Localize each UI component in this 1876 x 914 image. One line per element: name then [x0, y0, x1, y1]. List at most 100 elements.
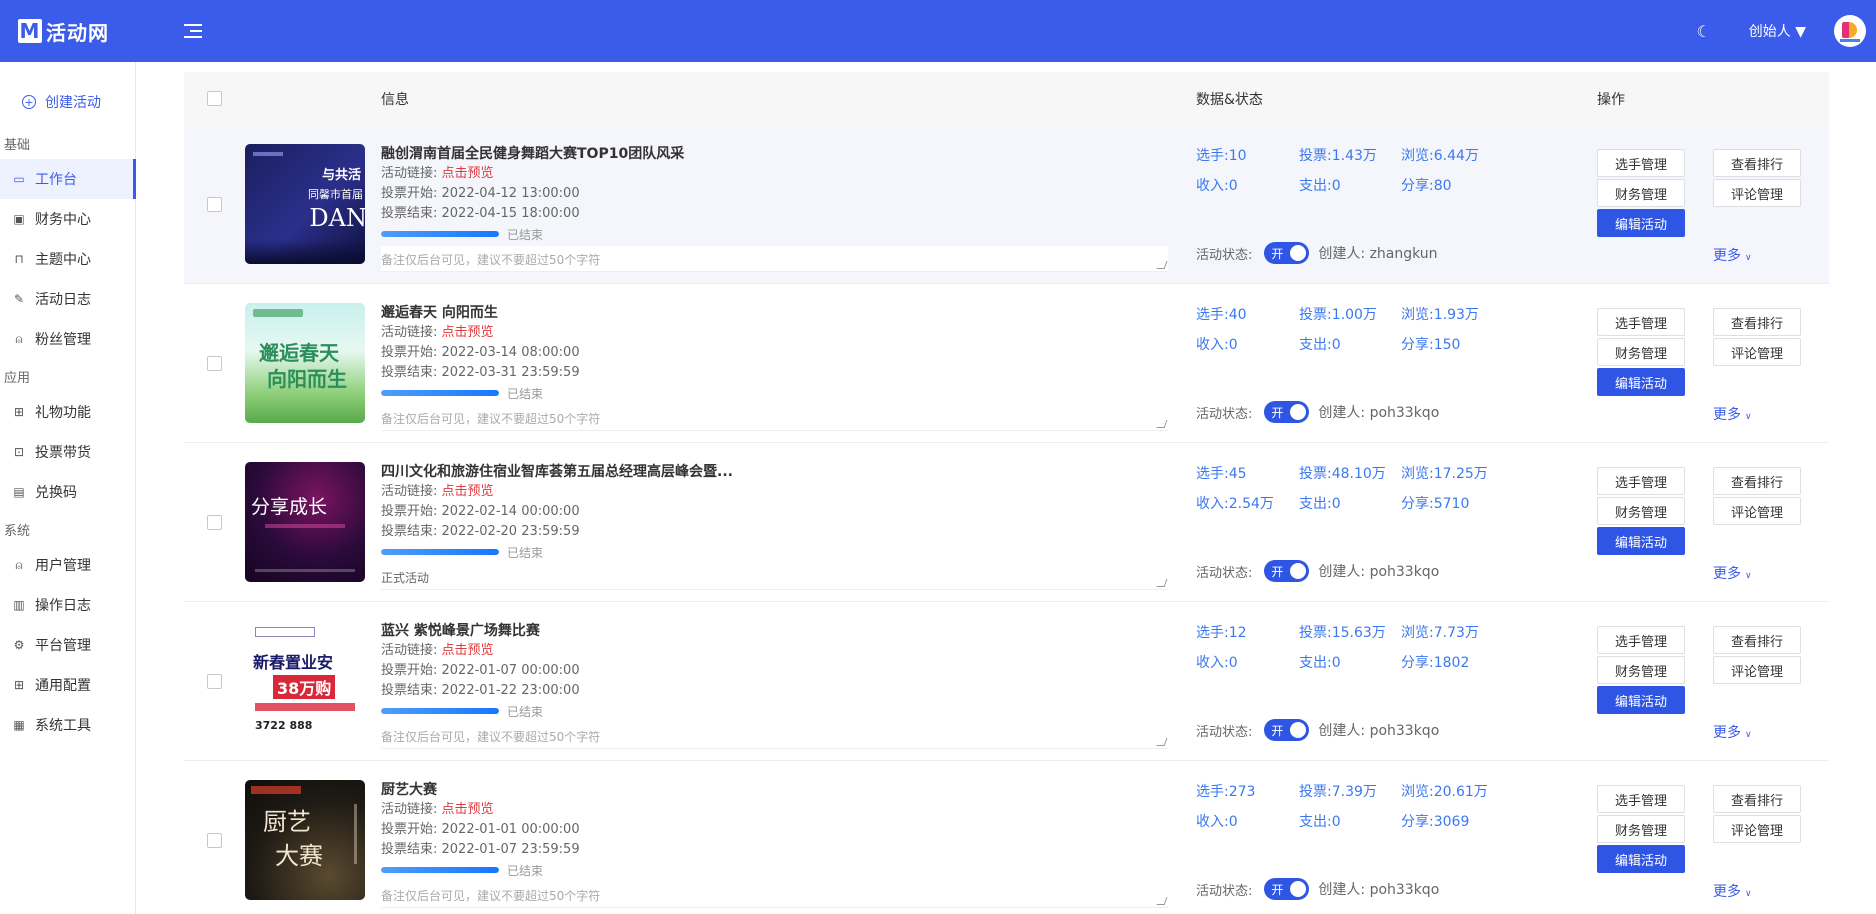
finance-management-button[interactable]: 财务管理: [1597, 815, 1685, 843]
view-ranking-button[interactable]: 查看排行: [1713, 149, 1801, 177]
activity-title[interactable]: 四川文化和旅游住宿业智库荟第五届总经理高层峰会暨...: [381, 462, 1168, 482]
comment-management-button[interactable]: 评论管理: [1713, 815, 1801, 843]
sidebar-item[interactable]: ⊡ 投票带货: [0, 432, 135, 472]
activity-title[interactable]: 融创渭南首届全民健身舞蹈大赛TOP10团队风采: [381, 144, 1168, 164]
activity-title[interactable]: 邂逅春天 向阳而生: [381, 303, 1168, 323]
menu-toggle-icon[interactable]: [184, 20, 206, 42]
dark-mode-moon-icon[interactable]: ☾: [1696, 22, 1710, 41]
thumb-text: DAN: [309, 204, 365, 232]
preview-link[interactable]: 点击预览: [442, 802, 494, 817]
sidebar-item[interactable]: ⚙ 平台管理: [0, 625, 135, 665]
activity-thumbnail[interactable]: 厨艺 大赛: [245, 780, 365, 900]
row-checkbox[interactable]: [207, 515, 222, 530]
avatar[interactable]: [1834, 15, 1866, 47]
sidebar-item[interactable]: ⍝ 粉丝管理: [0, 319, 135, 359]
activity-status-toggle[interactable]: 开: [1264, 242, 1310, 264]
player-management-button[interactable]: 选手管理: [1597, 626, 1685, 654]
player-management-button[interactable]: 选手管理: [1597, 149, 1685, 177]
sidebar-item[interactable]: ▦ 系统工具: [0, 705, 135, 745]
sidebar-item[interactable]: ⊞ 通用配置: [0, 665, 135, 705]
activity-thumbnail[interactable]: 邂逅春天 向阳而生: [245, 303, 365, 423]
thumb-text: 向阳而生: [267, 367, 347, 391]
sidebar-item[interactable]: ⍝ 用户管理: [0, 545, 135, 585]
activity-title[interactable]: 厨艺大赛: [381, 780, 1168, 800]
more-dropdown[interactable]: 更多 ∨: [1713, 563, 1752, 583]
more-dropdown[interactable]: 更多 ∨: [1713, 404, 1752, 424]
vote-start-value: 2022-01-07 00:00:00: [441, 663, 580, 678]
resize-grip-icon[interactable]: [1156, 738, 1168, 746]
stat-income: 收入:0: [1196, 178, 1238, 194]
sidebar-item[interactable]: ✎ 活动日志: [0, 279, 135, 319]
edit-activity-button[interactable]: 编辑活动: [1597, 368, 1685, 396]
sidebar-item[interactable]: ▤ 兑换码: [0, 472, 135, 512]
activity-info: 融创渭南首届全民健身舞蹈大赛TOP10团队风采 活动链接: 点击预览 投票开始:…: [381, 144, 1168, 272]
row-checkbox[interactable]: [207, 197, 222, 212]
remark-textarea[interactable]: 备注仅后台可见，建议不要超过50个字符: [381, 405, 1168, 431]
row-checkbox[interactable]: [207, 356, 222, 371]
edit-activity-button[interactable]: 编辑活动: [1597, 686, 1685, 714]
stat-votes: 投票:1.43万: [1299, 148, 1377, 164]
row-checkbox[interactable]: [207, 833, 222, 848]
sidebar-item[interactable]: ⊞ 礼物功能: [0, 392, 135, 432]
edit-activity-button[interactable]: 编辑活动: [1597, 527, 1685, 555]
create-activity-button[interactable]: + 创建活动: [22, 92, 135, 112]
resize-grip-icon[interactable]: [1156, 261, 1168, 269]
more-dropdown[interactable]: 更多 ∨: [1713, 245, 1752, 265]
activity-status-toggle[interactable]: 开: [1264, 560, 1310, 582]
preview-link[interactable]: 点击预览: [442, 484, 494, 499]
comment-management-button[interactable]: 评论管理: [1713, 179, 1801, 207]
row-operations: 选手管理 查看排行 财务管理 评论管理 编辑活动 更多 ∨: [1597, 467, 1837, 587]
activity-thumbnail[interactable]: 与共活 同馨市首届 DAN: [245, 144, 365, 264]
user-role-dropdown[interactable]: 创始人 ▼: [1749, 21, 1806, 41]
preview-link[interactable]: 点击预览: [442, 166, 494, 181]
player-management-button[interactable]: 选手管理: [1597, 785, 1685, 813]
sidebar-item[interactable]: ⊓ 主题中心: [0, 239, 135, 279]
sidebar-item-label: 通用配置: [35, 678, 91, 694]
player-management-button[interactable]: 选手管理: [1597, 308, 1685, 336]
view-ranking-button[interactable]: 查看排行: [1713, 626, 1801, 654]
activity-thumbnail[interactable]: 新春置业安 38万购 3722 888: [245, 621, 365, 741]
stat-income: 收入:0: [1196, 814, 1238, 830]
player-management-button[interactable]: 选手管理: [1597, 467, 1685, 495]
activity-thumbnail[interactable]: 分享成长: [245, 462, 365, 582]
resize-grip-icon[interactable]: [1156, 420, 1168, 428]
remark-textarea[interactable]: 正式活动: [381, 564, 1168, 590]
activity-status-toggle[interactable]: 开: [1264, 719, 1310, 741]
more-dropdown[interactable]: 更多 ∨: [1713, 881, 1752, 901]
preview-link[interactable]: 点击预览: [442, 325, 494, 340]
remark-textarea[interactable]: 备注仅后台可见，建议不要超过50个字符: [381, 723, 1168, 749]
table-row: 厨艺 大赛 厨艺大赛 活动链接: 点击预览 投票开始: 2022-01-01 0…: [184, 761, 1829, 914]
edit-activity-button[interactable]: 编辑活动: [1597, 845, 1685, 873]
finance-management-button[interactable]: 财务管理: [1597, 497, 1685, 525]
activity-title[interactable]: 蓝兴 紫悦峰景广场舞比赛: [381, 621, 1168, 641]
view-ranking-button[interactable]: 查看排行: [1713, 308, 1801, 336]
row-checkbox[interactable]: [207, 674, 222, 689]
remark-textarea[interactable]: 备注仅后台可见，建议不要超过50个字符: [381, 246, 1168, 272]
more-dropdown[interactable]: 更多 ∨: [1713, 722, 1752, 742]
activity-status-toggle[interactable]: 开: [1264, 878, 1310, 900]
finance-management-button[interactable]: 财务管理: [1597, 338, 1685, 366]
comment-management-button[interactable]: 评论管理: [1713, 497, 1801, 525]
remark-textarea[interactable]: 备注仅后台可见，建议不要超过50个字符: [381, 882, 1168, 908]
finance-management-button[interactable]: 财务管理: [1597, 656, 1685, 684]
logo[interactable]: M 活动网: [18, 17, 168, 46]
status-line: 活动状态: 开 创建人: poh33kqo: [1196, 719, 1439, 741]
vote-end-line: 投票结束: 2022-01-22 23:00:00: [381, 683, 580, 698]
select-all-checkbox[interactable]: [207, 91, 222, 106]
vote-end-line: 投票结束: 2022-04-15 18:00:00: [381, 206, 580, 221]
activity-link-line: 活动链接: 点击预览: [381, 643, 494, 658]
view-ranking-button[interactable]: 查看排行: [1713, 785, 1801, 813]
sidebar-item[interactable]: ▣ 财务中心: [0, 199, 135, 239]
activity-status-toggle[interactable]: 开: [1264, 401, 1310, 423]
thumb-text: 分享成长: [251, 496, 328, 518]
preview-link[interactable]: 点击预览: [442, 643, 494, 658]
view-ranking-button[interactable]: 查看排行: [1713, 467, 1801, 495]
edit-activity-button[interactable]: 编辑活动: [1597, 209, 1685, 237]
comment-management-button[interactable]: 评论管理: [1713, 338, 1801, 366]
sidebar-item[interactable]: ▥ 操作日志: [0, 585, 135, 625]
resize-grip-icon[interactable]: [1156, 579, 1168, 587]
sidebar-item[interactable]: ▭ 工作台: [0, 159, 136, 199]
comment-management-button[interactable]: 评论管理: [1713, 656, 1801, 684]
finance-management-button[interactable]: 财务管理: [1597, 179, 1685, 207]
resize-grip-icon[interactable]: [1156, 897, 1168, 905]
